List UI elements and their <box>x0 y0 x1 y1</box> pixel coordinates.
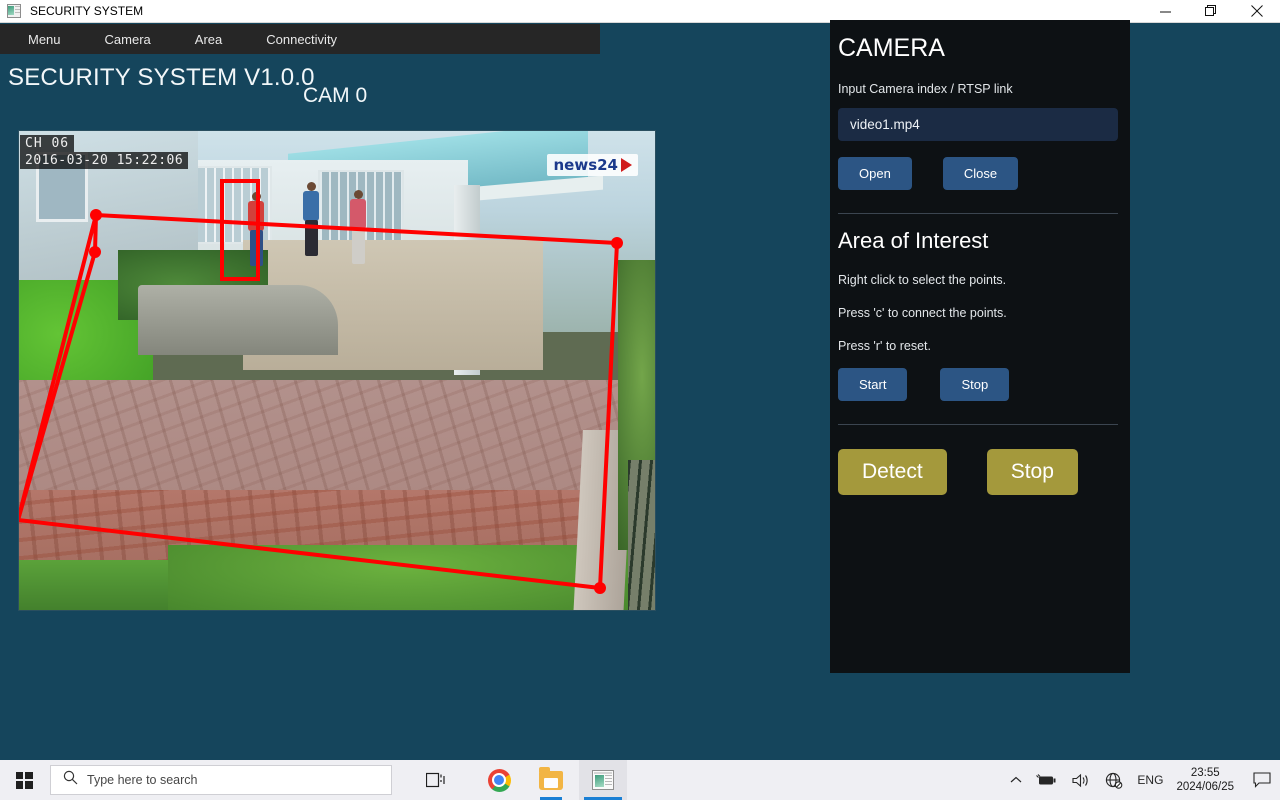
video-feed[interactable]: CH 06 2016-03-20 15:22:06 news24 <box>18 130 656 611</box>
area-section-heading: Area of Interest <box>838 228 989 253</box>
area-hint-3: Press 'r' to reset. <box>838 339 931 353</box>
clock-time: 23:55 <box>1190 767 1220 779</box>
control-panel: CAMERA Input Camera index / RTSP link Op… <box>830 20 1130 673</box>
app-window-icon <box>6 3 22 19</box>
search-placeholder: Type here to search <box>87 773 198 787</box>
menu-item-connectivity[interactable]: Connectivity <box>252 24 351 54</box>
section-divider-1 <box>838 213 1118 214</box>
osd-timestamp: 2016-03-20 15:22:06 <box>20 152 189 169</box>
section-divider-2 <box>838 424 1118 425</box>
area-buttons: Start Stop <box>838 368 1130 401</box>
menu-item-area[interactable]: Area <box>181 24 236 54</box>
search-icon <box>63 770 78 790</box>
roi-point <box>90 209 102 221</box>
minimize-icon[interactable] <box>1142 0 1188 23</box>
area-stop-button[interactable]: Stop <box>940 368 1010 401</box>
detection-box <box>220 179 260 281</box>
desktop: SECURITY SYSTEM Menu Camera Area Connect… <box>0 0 1280 800</box>
network-blocked-icon[interactable] <box>1098 760 1130 800</box>
roi-overlay <box>18 179 623 594</box>
play-triangle-icon <box>621 158 632 172</box>
roi-point <box>89 246 101 258</box>
windows-start-icon[interactable] <box>0 760 48 800</box>
taskbar-search[interactable]: Type here to search <box>50 765 392 795</box>
clock-date: 2024/06/25 <box>1176 781 1234 793</box>
chevron-up-icon[interactable] <box>1003 760 1029 800</box>
system-tray: ENG 23:55 2024/06/25 <box>1003 760 1280 800</box>
window-title: SECURITY SYSTEM <box>30 4 144 18</box>
area-hint-1: Right click to select the points. <box>838 273 1007 287</box>
task-view-icon[interactable] <box>412 760 460 800</box>
windows-taskbar: Type here to search ENG 23:55 2024/06/25 <box>0 760 1280 800</box>
close-icon[interactable] <box>1234 0 1280 23</box>
language-indicator[interactable]: ENG <box>1130 760 1170 800</box>
detect-button[interactable]: Detect <box>838 449 947 495</box>
window-controls <box>1142 0 1280 23</box>
osd-channel: CH 06 <box>20 135 75 152</box>
camera-label: CAM 0 <box>303 84 368 107</box>
menu-item-camera[interactable]: Camera <box>91 24 165 54</box>
app-menubar: Menu Camera Area Connectivity <box>0 24 600 54</box>
battery-icon[interactable] <box>1029 760 1065 800</box>
security-system-app-icon[interactable] <box>579 760 627 800</box>
detection-stop-button[interactable]: Stop <box>986 449 1078 495</box>
open-button[interactable]: Open <box>838 157 912 190</box>
camera-input-label: Input Camera index / RTSP link <box>838 82 1013 96</box>
restore-icon[interactable] <box>1188 0 1234 23</box>
taskbar-clock[interactable]: 23:55 2024/06/25 <box>1170 760 1244 800</box>
camera-buttons: Open Close <box>838 157 1130 190</box>
camera-section-heading: CAMERA <box>838 34 945 62</box>
file-explorer-icon[interactable] <box>527 760 575 800</box>
roi-point <box>594 582 606 594</box>
camera-source-input[interactable] <box>838 108 1118 141</box>
chrome-icon[interactable] <box>475 760 523 800</box>
news24-watermark: news24 <box>547 154 638 176</box>
roi-point <box>611 237 623 249</box>
menu-item-menu[interactable]: Menu <box>14 24 75 54</box>
page-title: SECURITY SYSTEM V1.0.0 <box>8 64 315 91</box>
volume-icon[interactable] <box>1065 760 1098 800</box>
area-start-button[interactable]: Start <box>838 368 908 401</box>
detection-buttons: Detect Stop <box>838 449 1130 495</box>
news24-text: news24 <box>553 156 618 174</box>
close-button[interactable]: Close <box>942 157 1019 190</box>
area-hint-2: Press 'c' to connect the points. <box>838 306 1007 320</box>
notification-icon[interactable] <box>1244 760 1280 800</box>
